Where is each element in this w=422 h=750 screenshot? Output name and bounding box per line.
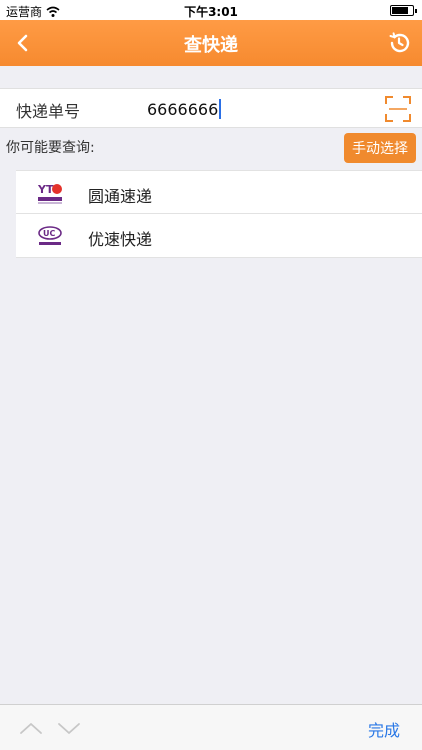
status-time: 下午3:01 xyxy=(184,5,238,19)
tracking-number-value: 6666666 xyxy=(147,99,219,119)
scan-frame-icon[interactable] xyxy=(384,95,412,123)
keyboard-toolbar: 完成 xyxy=(0,704,422,750)
done-button[interactable]: 完成 xyxy=(368,717,400,741)
svg-text:UC: UC xyxy=(43,229,55,238)
courier-name-uc: 优速快递 xyxy=(88,230,153,249)
history-button[interactable] xyxy=(382,26,416,60)
courier-item-yto[interactable]: YT 圆通速递 xyxy=(16,170,422,214)
chevron-down-icon[interactable] xyxy=(56,719,82,737)
tracking-number-input[interactable]: 6666666 xyxy=(147,97,222,121)
uc-logo: UC xyxy=(38,226,62,245)
battery-icon xyxy=(390,5,417,16)
tracking-number-row: 快递单号 6666666 xyxy=(0,88,422,128)
yto-logo: YT xyxy=(37,183,62,204)
status-bar: 运营商 下午3:01 xyxy=(0,0,422,20)
chevron-up-icon[interactable] xyxy=(18,719,44,737)
text-caret xyxy=(219,99,222,119)
svg-text:YT: YT xyxy=(37,183,54,196)
courier-item-uc[interactable]: UC 优速快递 xyxy=(16,214,422,258)
courier-name-yto: 圆通速递 xyxy=(88,187,153,206)
tracking-number-label: 快递单号 xyxy=(16,102,81,121)
nav-bar: 查快递 xyxy=(0,20,422,66)
manual-select-button[interactable]: 手动选择 xyxy=(344,133,416,163)
page-title: 查快递 xyxy=(184,35,238,56)
suggestion-hint: 你可能要查询: xyxy=(6,140,95,156)
courier-suggestion-list: YT 圆通速递 UC 优速快递 xyxy=(16,170,422,258)
history-icon xyxy=(389,32,410,53)
